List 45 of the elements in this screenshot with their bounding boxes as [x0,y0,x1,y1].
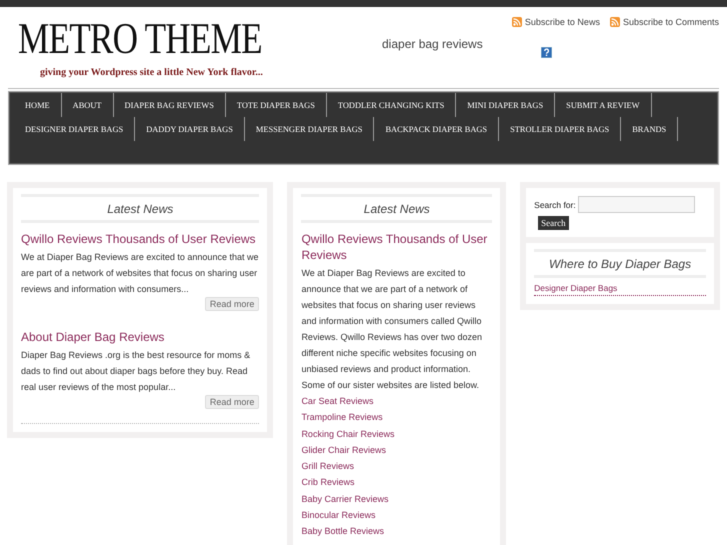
post-body: We at Diaper Bag Reviews are excited to announce that we are part of a network of websites that focus on sharing user reviews and information with consumers called Qwillo Reviews. Qwillo Reviews has over two dozen different niche specific websites focusing on unbiased reviews and product information. Some of our sister websites are listed below. [301,267,484,392]
site-name: diaper bag reviews [382,37,483,51]
nav-item[interactable]: DADDY DIAPER BAGS [135,117,245,141]
post-title[interactable]: Qwillo Reviews Thousands of User Reviews [301,231,492,263]
post-title[interactable]: About Diaper Bag Reviews [21,329,260,345]
search-field[interactable] [578,196,695,213]
post-excerpt: Diaper Bag Reviews .org is the best resource for moms & dads to find out about diaper bags before they buy. Read real user reviews of the most popular... [21,349,252,394]
read-more-button[interactable]: Read more [204,395,260,409]
nav-item[interactable]: STROLLER DIAPER BAGS [499,117,622,141]
nav-item[interactable]: MESSENGER DIAPER BAGS [244,117,374,141]
post-excerpt: We at Diaper Bag Reviews are excited to announce that we are part of a network of websites that focus on sharing user reviews and information with consumers... [21,251,260,296]
review-link[interactable]: Baby Bottle Reviews [301,523,384,540]
nav-item[interactable]: TOTE DIAPER BAGS [226,93,327,117]
nav-item[interactable]: DESIGNER DIAPER BAGS [14,117,136,141]
widget-heading: Where to Buy Diaper Bags [534,249,706,278]
subscribe-link[interactable]: Subscribe to News [524,17,600,27]
nav-item[interactable]: SUBMIT A REVIEW [555,93,652,117]
review-link[interactable]: Rocking Chair Reviews [301,426,394,442]
review-link[interactable]: Crib Reviews [301,474,354,491]
review-link[interactable]: Grill Reviews [301,458,354,474]
read-more-button[interactable]: Read more [204,297,260,311]
nav-item[interactable]: DIAPER BAG REVIEWS [114,93,226,117]
search-button[interactable]: Search [538,216,569,230]
widget-link[interactable]: Designer Diaper Bags [534,278,706,296]
logo-tagline: giving your Wordpress site a little New York flavor... [40,67,263,78]
review-link[interactable]: Glider Chair Reviews [301,442,386,458]
rss-icon [610,17,620,27]
nav-item[interactable]: TODDLER CHANGING KITS [326,93,456,117]
review-link[interactable]: Car Seat Reviews [301,393,374,410]
search-label: Search for: [534,200,576,210]
nav-item[interactable]: MINI DIAPER BAGS [456,93,556,117]
review-link[interactable]: Trampoline Reviews [301,409,383,426]
subscribe-link[interactable]: Subscribe to Comments [622,17,719,27]
nav-item[interactable]: BACKPACK DIAPER BAGS [374,117,500,141]
rss-icon [512,17,522,27]
help-icon[interactable] [541,47,552,58]
widget-heading: Latest News [301,194,492,223]
post-title[interactable]: Qwillo Reviews Thousands of User Reviews [21,231,260,247]
nav-item[interactable]: HOME [14,93,62,117]
nav-item[interactable]: ABOUT [62,93,114,117]
nav-item[interactable]: BRANDS [621,117,678,141]
logo-title[interactable]: METRO THEME [18,17,262,61]
review-link[interactable]: Binocular Reviews [301,507,376,524]
review-link[interactable]: Baby Carrier Reviews [301,490,388,508]
widget-heading: Latest News [21,194,260,223]
